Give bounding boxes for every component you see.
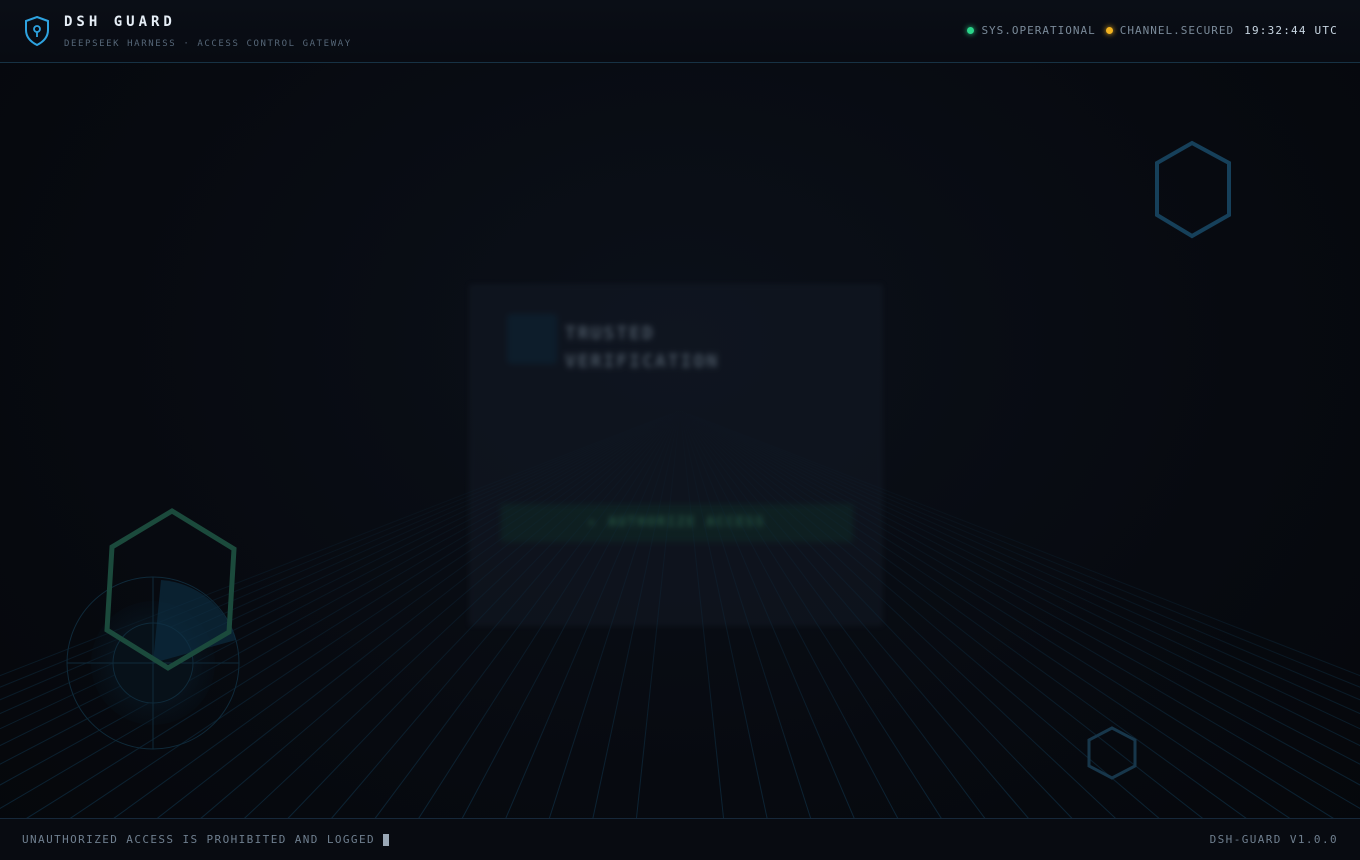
radar-icon bbox=[66, 576, 240, 750]
hexagon-top-right-blue bbox=[1155, 140, 1231, 239]
footer-warning-wrap: UNAUTHORIZED ACCESS IS PROHIBITED AND LO… bbox=[22, 833, 389, 846]
status-dot-green-icon bbox=[967, 27, 975, 34]
app-root: DSH GUARD DEEPSEEK HARNESS · ACCESS CONT… bbox=[0, 0, 1360, 860]
status-operational: SYS.OPERATIONAL bbox=[967, 24, 1095, 37]
card-title: TRUSTED VERIFICATION bbox=[565, 320, 719, 376]
status-operational-label: SYS.OPERATIONAL bbox=[981, 24, 1096, 37]
card-lock-icon bbox=[507, 314, 557, 364]
hexagon-small-blue bbox=[1087, 726, 1137, 780]
hexagon-large-green bbox=[104, 508, 237, 671]
card-title-line2: VERIFICATION bbox=[565, 351, 720, 372]
app-title: DSH GUARD bbox=[64, 14, 176, 30]
login-card: TRUSTED VERIFICATION ▸ AUTHORIZE ACCESS bbox=[470, 285, 882, 625]
app-subtitle: DEEPSEEK HARNESS · ACCESS CONTROL GATEWA… bbox=[64, 39, 352, 49]
shield-lock-icon bbox=[25, 16, 49, 46]
status-bar: SYS.OPERATIONAL CHANNEL.SECURED 19:32:44… bbox=[967, 24, 1338, 37]
utc-clock: 19:32:44 UTC bbox=[1244, 24, 1338, 37]
authorize-button[interactable]: ▸ AUTHORIZE ACCESS bbox=[501, 504, 853, 542]
status-secured-label: CHANNEL.SECURED bbox=[1119, 24, 1235, 37]
text-cursor-icon bbox=[383, 833, 389, 846]
status-dot-amber-icon bbox=[1105, 27, 1113, 34]
brand: DSH GUARD DEEPSEEK HARNESS · ACCESS CONT… bbox=[24, 14, 352, 49]
footer-warning: UNAUTHORIZED ACCESS IS PROHIBITED AND LO… bbox=[22, 833, 375, 846]
top-bar: DSH GUARD DEEPSEEK HARNESS · ACCESS CONT… bbox=[0, 0, 1360, 63]
card-title-line1: TRUSTED bbox=[565, 323, 655, 344]
footer-version: DSH-GUARD V1.0.0 bbox=[1209, 833, 1338, 846]
status-secured: CHANNEL.SECURED bbox=[1105, 24, 1235, 37]
footer: UNAUTHORIZED ACCESS IS PROHIBITED AND LO… bbox=[0, 818, 1360, 860]
